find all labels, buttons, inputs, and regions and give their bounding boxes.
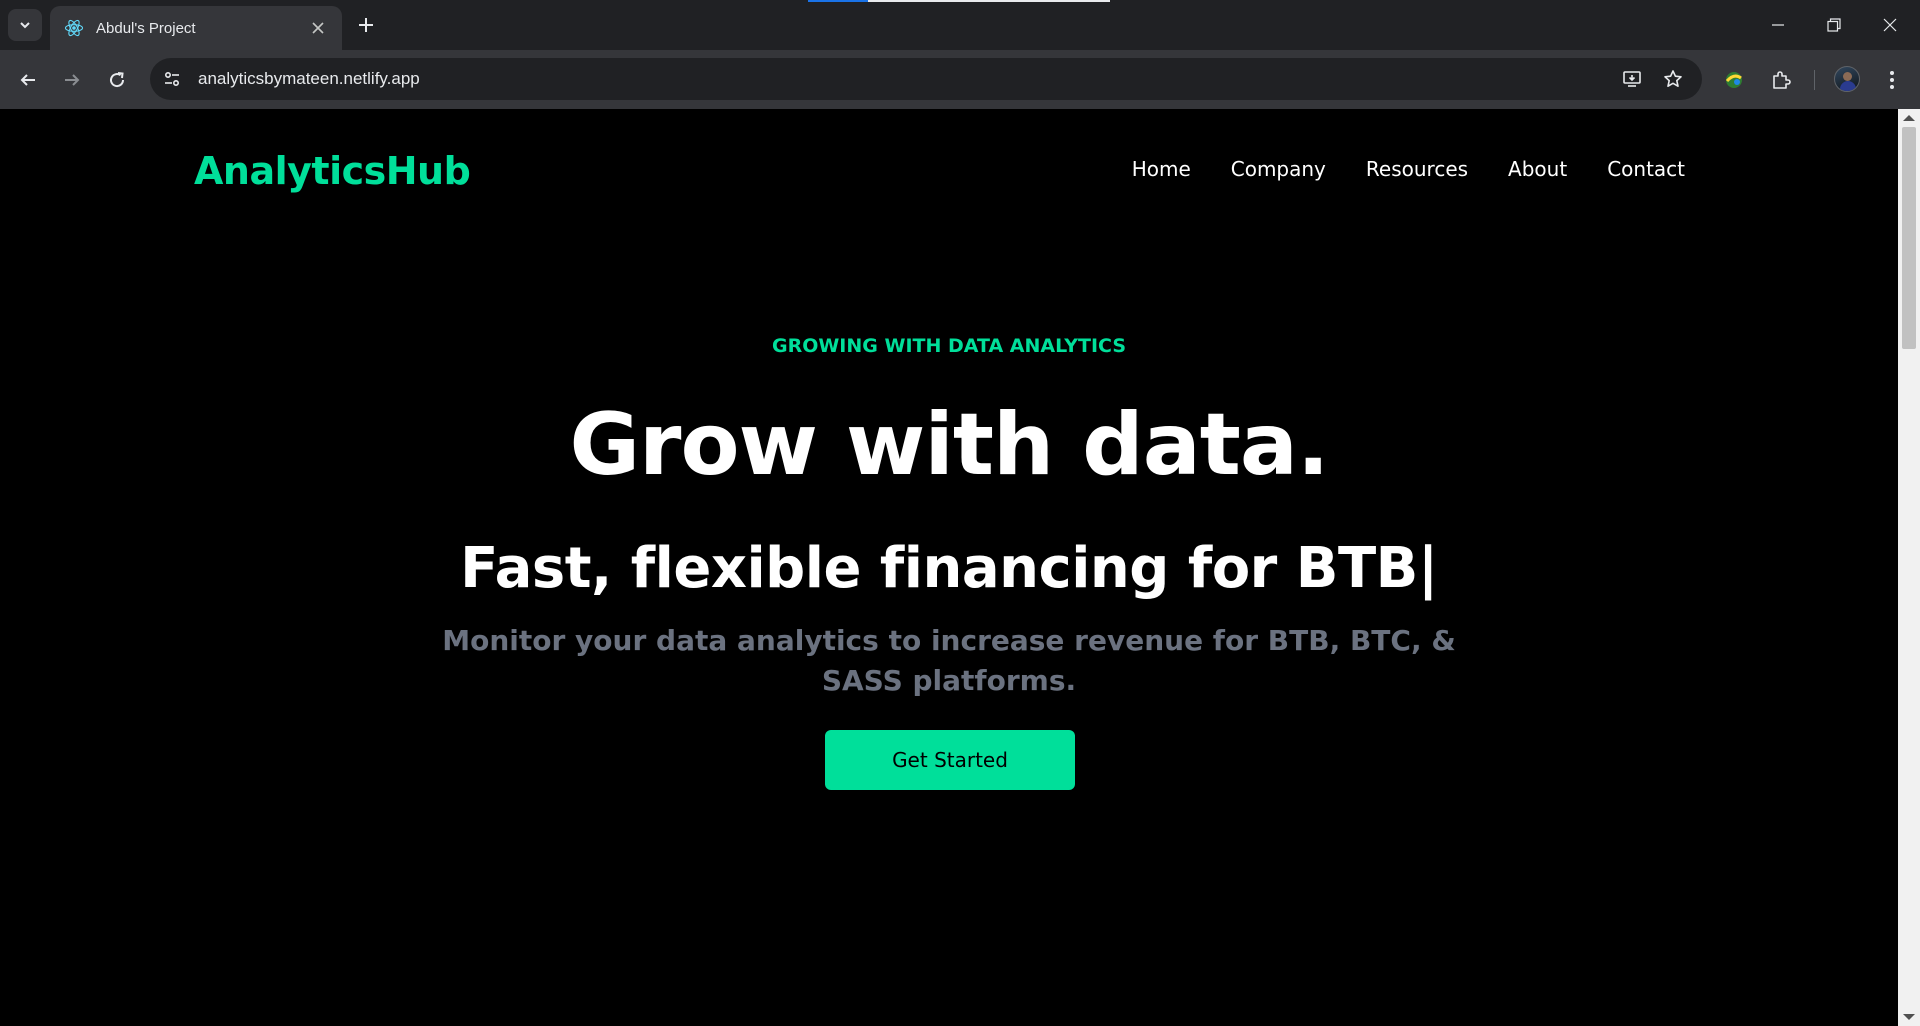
scroll-down-arrow[interactable] [1903, 1014, 1915, 1020]
arrow-left-icon [20, 74, 35, 86]
site-info-button[interactable] [156, 63, 188, 95]
restore-button[interactable] [1806, 0, 1862, 50]
toolbar-divider [1814, 70, 1815, 90]
arrow-right-icon [65, 74, 80, 86]
close-window-icon [1883, 18, 1897, 32]
nav-company[interactable]: Company [1231, 157, 1326, 181]
url-text[interactable]: analyticsbymateen.netlify.app [198, 69, 420, 89]
site-logo[interactable]: AnalyticsHub [194, 149, 471, 193]
top-indicator [808, 0, 1110, 2]
minimize-button[interactable] [1750, 0, 1806, 50]
puzzle-icon[interactable] [1765, 64, 1797, 96]
tab-search-button[interactable] [8, 9, 42, 41]
avatar[interactable] [1834, 66, 1860, 92]
hero-subtitle: Monitor your data analytics to increase … [442, 624, 1456, 697]
minimize-icon [1772, 24, 1784, 26]
reload-button[interactable] [101, 64, 133, 96]
nav-resources[interactable]: Resources [1366, 157, 1468, 181]
nav-contact[interactable]: Contact [1607, 157, 1685, 181]
back-button[interactable] [12, 64, 44, 96]
tab-strip: Abdul's Project [0, 0, 1920, 50]
close-icon[interactable] [306, 16, 330, 40]
chevron-down-icon [20, 22, 30, 29]
install-app-icon[interactable] [1616, 63, 1648, 95]
hero-eyebrow: GROWING WITH DATA ANALYTICS [771, 335, 1127, 357]
browser-toolbar: analyticsbymateen.netlify.app [0, 50, 1920, 109]
browser-tab[interactable]: Abdul's Project [50, 6, 342, 50]
tune-icon [164, 71, 180, 87]
extension-action-icon[interactable] [1718, 64, 1750, 96]
react-atom-icon [64, 18, 84, 38]
star-icon[interactable] [1657, 63, 1689, 95]
page-viewport: AnalyticsHub Home Company Resources Abou… [0, 109, 1898, 1026]
address-bar[interactable]: analyticsbymateen.netlify.app [150, 58, 1702, 100]
plus-icon [359, 18, 373, 32]
new-tab-button[interactable] [352, 11, 380, 39]
close-window-button[interactable] [1862, 0, 1918, 50]
site-nav: Home Company Resources About Contact [1092, 157, 1685, 181]
tab-title: Abdul's Project [96, 19, 196, 37]
hero-typed-text: Fast, flexible financing for BTB| [460, 536, 1438, 601]
page-scrollbar[interactable] [1898, 109, 1920, 1026]
forward-button[interactable] [56, 64, 88, 96]
nav-home[interactable]: Home [1132, 157, 1191, 181]
nav-about[interactable]: About [1508, 157, 1567, 181]
scroll-up-arrow[interactable] [1903, 115, 1915, 121]
kebab-menu-icon[interactable] [1876, 64, 1908, 96]
restore-icon [1827, 18, 1841, 32]
hero-headline: Grow with data. [569, 395, 1329, 495]
get-started-button[interactable]: Get Started [825, 730, 1075, 790]
scroll-thumb[interactable] [1902, 127, 1916, 349]
reload-icon [110, 72, 125, 88]
